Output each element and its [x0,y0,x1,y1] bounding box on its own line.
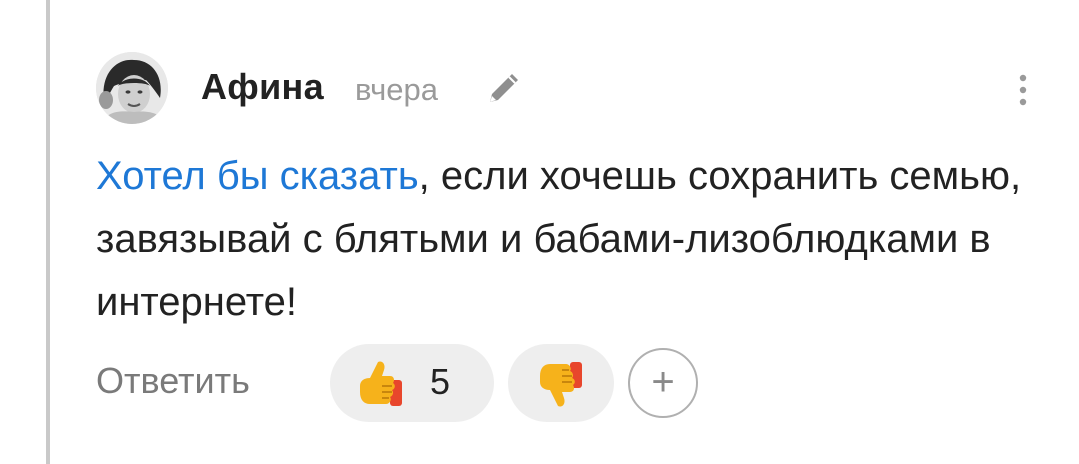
like-button[interactable]: 5 [330,344,494,422]
comment-header: Афина вчера [96,50,1046,126]
like-count: 5 [430,361,451,402]
avatar[interactable] [96,52,168,124]
quote-link[interactable]: Хотел бы сказать [96,154,419,198]
thumbs-down-emoji-icon [532,356,588,412]
thread-line [46,0,50,464]
reply-button[interactable]: Ответить [96,360,250,402]
author-name[interactable]: Афина [201,66,324,108]
comment: Афина вчера Хотел бы сказать, если хочеш… [96,50,1046,422]
add-reaction-button[interactable]: + [628,348,698,418]
thumbs-up-emoji-icon [352,356,408,412]
kebab-menu-icon[interactable] [1008,70,1038,110]
comment-text: Хотел бы сказать, если хочешь сохранить … [96,145,1056,334]
dislike-button[interactable] [508,344,614,422]
comment-actions: Ответить 5 + [96,343,796,423]
plus-icon: + [651,360,675,404]
pencil-icon[interactable] [484,68,524,108]
comment-timestamp: вчера [355,72,438,107]
avatar-photo-icon [96,52,168,124]
